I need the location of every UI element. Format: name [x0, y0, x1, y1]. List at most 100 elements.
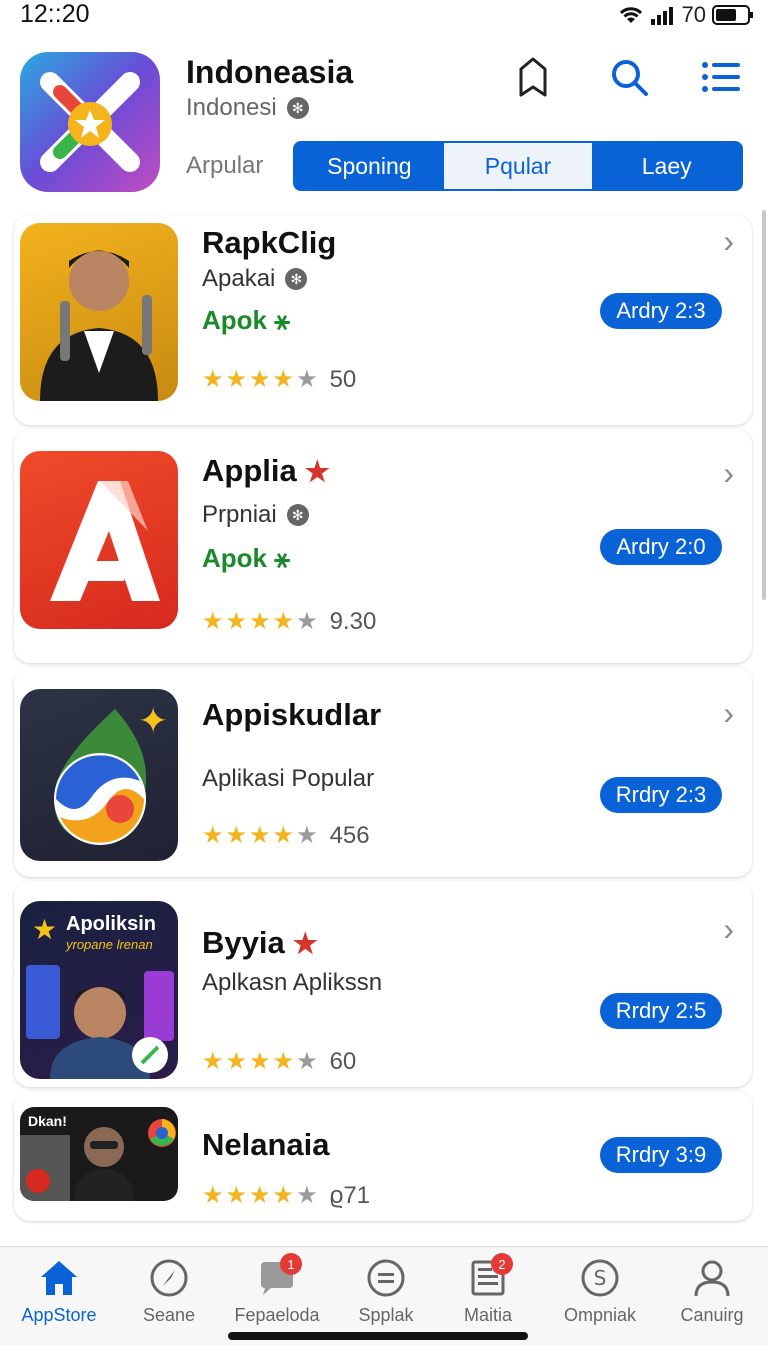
- home-indicator[interactable]: [228, 1332, 528, 1340]
- app-name: Appiskudlar: [202, 697, 382, 732]
- app-subtitle-text: Apakai: [202, 265, 276, 292]
- chat-bubble-icon: 1: [256, 1253, 302, 1299]
- segment-label: Arpular: [186, 152, 264, 179]
- app-subtitle: Prpniai ✻: [202, 501, 309, 529]
- app-thumbnail: ✦: [20, 689, 178, 861]
- star-icon: ★: [249, 1182, 271, 1209]
- notification-badge: 2: [491, 1253, 513, 1275]
- app-name: RapkClig: [202, 225, 337, 260]
- rating: ★ ★ ★ ★ ★ ϱ71: [202, 1181, 370, 1210]
- store-logo: [20, 52, 160, 192]
- app-subtitle: Apakai ✻: [202, 265, 308, 293]
- star-icon: ★: [272, 366, 295, 393]
- app-tag: Apok ⚹: [202, 305, 290, 335]
- chevron-right-icon[interactable]: ›: [723, 695, 734, 732]
- app-subtitle: Aplkasn Aplikssn: [202, 969, 383, 996]
- star-empty-icon: ★: [296, 608, 318, 635]
- segmented-control: Sponing Pqular Laey: [293, 141, 743, 191]
- tab-label: Ompniak: [563, 1305, 637, 1325]
- chevron-right-icon[interactable]: ›: [723, 223, 734, 260]
- star-icon: ★: [225, 1182, 248, 1209]
- segment-laey[interactable]: Laey: [592, 143, 741, 189]
- svg-text:★: ★: [32, 913, 57, 946]
- dollar-circle-icon: S: [579, 1257, 621, 1299]
- get-button[interactable]: Rrdry 2:3: [600, 777, 722, 813]
- star-icon: ★: [202, 366, 224, 393]
- menu-list-icon[interactable]: [700, 56, 742, 98]
- chevron-right-icon[interactable]: ›: [723, 911, 734, 948]
- star-icon: ★: [225, 366, 248, 393]
- list-item[interactable]: Dkan! Nelanaia ★ ★ ★ ★ ★ ϱ71 Rrdry 3:9: [14, 1091, 752, 1221]
- bookmark-icon[interactable]: [512, 56, 554, 98]
- star-icon: ★: [225, 822, 248, 849]
- tab-canuirg[interactable]: Canuirg: [662, 1257, 762, 1326]
- get-button[interactable]: Ardry 2:3: [600, 293, 722, 329]
- rating-value: ϱ71: [329, 1181, 371, 1209]
- star-icon: ★: [225, 1048, 248, 1075]
- app-name-text: Applia: [202, 453, 297, 488]
- tab-maitia[interactable]: 2 Maitia: [438, 1253, 538, 1326]
- tab-spplak[interactable]: Spplak: [336, 1257, 436, 1326]
- star-icon: ★: [272, 822, 295, 849]
- signal-icon: [650, 7, 673, 25]
- star-icon: ★: [272, 1048, 295, 1075]
- compass-icon: [148, 1257, 190, 1299]
- star-icon: ★: [272, 1182, 295, 1209]
- list-item[interactable]: Apoliksin yropane lrenan ★ Byyia ★ Aplka…: [14, 881, 752, 1087]
- star-empty-icon: ★: [296, 822, 318, 849]
- tab-label: Canuirg: [680, 1305, 744, 1325]
- app-name-text: Byyia: [202, 925, 285, 960]
- get-button[interactable]: Ardry 2:0: [600, 529, 722, 565]
- search-icon[interactable]: [608, 56, 650, 98]
- wifi-icon: [619, 7, 642, 23]
- rating: ★ ★ ★ ★ ★ 60: [202, 1047, 356, 1076]
- notification-badge: 1: [280, 1253, 302, 1275]
- get-button[interactable]: Rrdry 3:9: [600, 1137, 722, 1173]
- star-empty-icon: ★: [296, 1182, 318, 1209]
- star-icon: ★: [249, 608, 271, 635]
- get-button[interactable]: Rrdry 2:5: [600, 993, 722, 1029]
- star-icon: ★: [249, 822, 271, 849]
- list-item[interactable]: RapkClig Apakai ✻ Apok ⚹ ★ ★ ★ ★ ★ 50 › Ardr…: [14, 215, 752, 425]
- star-icon: ★: [272, 608, 295, 635]
- tab-label: AppStore: [21, 1305, 97, 1325]
- tab-fepaeloda[interactable]: 1 Fepaeloda: [227, 1253, 327, 1326]
- tab-label: Seane: [142, 1305, 196, 1325]
- star-icon: ★: [202, 1048, 224, 1075]
- home-icon: [38, 1257, 80, 1299]
- tab-label: Spplak: [358, 1305, 414, 1325]
- app-thumbnail: [20, 223, 178, 401]
- rating: ★ ★ ★ ★ ★ 456: [202, 821, 370, 850]
- rating-value: 456: [329, 821, 370, 849]
- star-icon: ★: [249, 366, 271, 393]
- segment-sponing[interactable]: Sponing: [295, 143, 444, 189]
- app-subtitle: Aplikasi Popular: [202, 765, 375, 792]
- battery-icon: [712, 5, 753, 25]
- star-icon: ★: [225, 608, 248, 635]
- tab-appstore[interactable]: AppStore: [9, 1257, 109, 1326]
- store-header: Indoneasia Indonesi ✻ Arpular Sponing Pq…: [0, 40, 768, 205]
- rating: ★ ★ ★ ★ ★ 9.30: [202, 607, 376, 636]
- tab-label: Fepaeloda: [234, 1305, 320, 1325]
- app-name: Applia ★: [202, 453, 330, 489]
- tab-ompniak[interactable]: S Ompniak: [550, 1257, 650, 1326]
- red-star-icon: ★: [292, 927, 318, 959]
- chevron-right-icon[interactable]: ›: [723, 455, 734, 492]
- status-time: 12::20: [20, 0, 90, 28]
- page-title: Indoneasia: [186, 54, 354, 90]
- battery-percent: 70: [681, 2, 706, 27]
- subtitle-text: Indonesi: [186, 94, 277, 121]
- tab-seane[interactable]: Seane: [119, 1257, 219, 1326]
- scrollbar[interactable]: [762, 210, 766, 600]
- gear-icon: ✻: [286, 97, 309, 119]
- svg-text:✦: ✦: [138, 701, 168, 742]
- list-item[interactable]: Applia ★ Prpniai ✻ Apok ⚹ ★ ★ ★ ★ ★ 9.30 › A…: [14, 429, 752, 663]
- gear-icon: ✻: [285, 268, 308, 290]
- segment-pqular[interactable]: Pqular: [443, 143, 593, 189]
- news-icon: 2: [467, 1253, 513, 1299]
- page-subtitle: Indonesi ✻: [186, 94, 309, 122]
- rating-value: 9.30: [329, 607, 377, 635]
- list-item[interactable]: ✦ Appiskudlar Aplikasi Popular ★ ★ ★ ★ ★ 456…: [14, 667, 752, 877]
- tab-label: Maitia: [463, 1305, 512, 1325]
- app-thumbnail: [20, 451, 178, 629]
